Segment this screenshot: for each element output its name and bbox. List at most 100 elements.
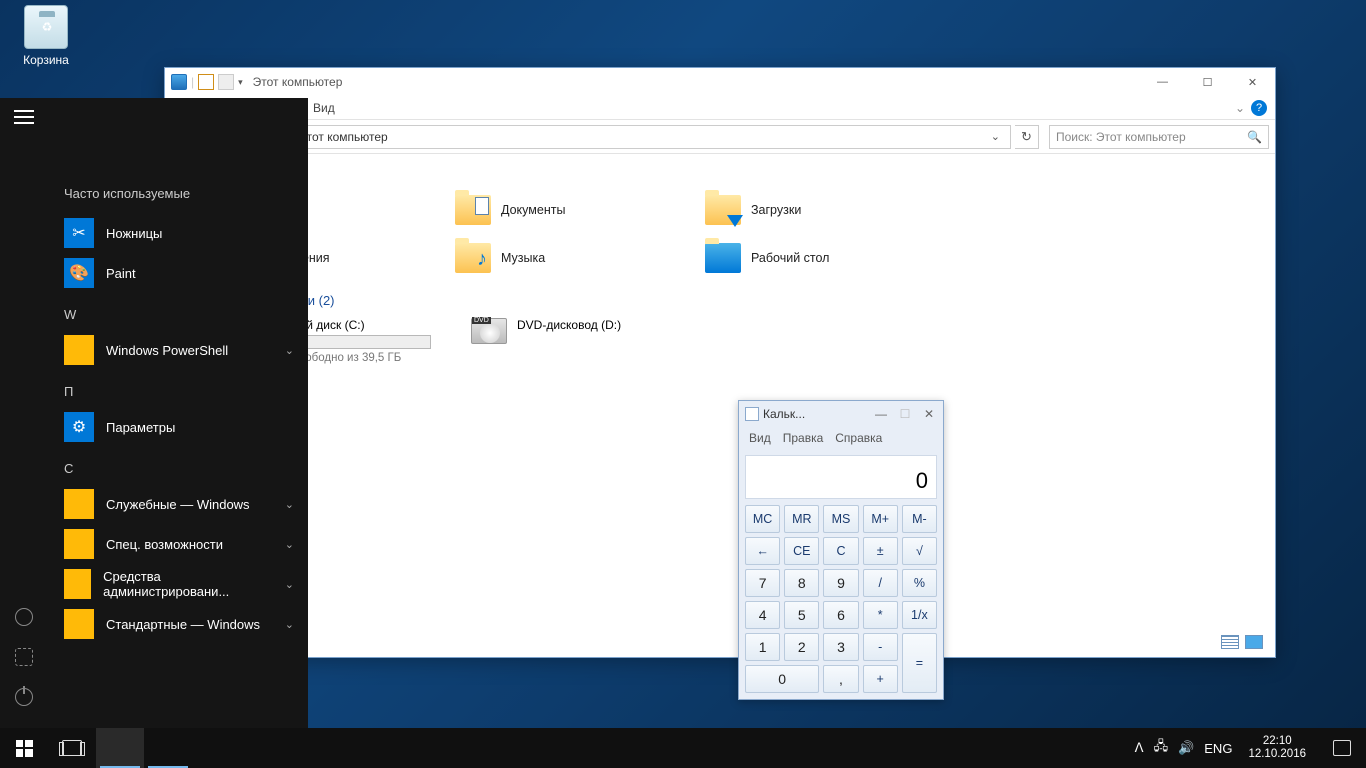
close-button[interactable]: ✕ [1230,68,1275,96]
explorer-titlebar[interactable]: | ▾ Этот компьютер — ☐ ✕ [165,68,1275,96]
calc-key-neg[interactable]: ± [863,537,898,565]
qat-properties-icon[interactable] [198,74,214,90]
search-field[interactable]: Поиск: Этот компьютер 🔍 [1049,125,1269,149]
desktop-recycle-bin[interactable]: ♻ Корзина [10,5,82,67]
start-item-ease-of-access[interactable]: Спец. возможности⌄ [64,524,308,564]
calc-key-7[interactable]: 7 [745,569,780,597]
calc-key-pct[interactable]: % [902,569,937,597]
start-button[interactable] [0,728,48,768]
address-dropdown-icon[interactable]: ⌄ [987,130,1004,143]
settings-icon[interactable] [15,648,33,666]
folder-desktop[interactable]: Рабочий стол [705,243,955,273]
documents-icon [455,195,491,225]
calc-key-ce[interactable]: CE [784,537,819,565]
dvd-icon [471,318,507,344]
calc-key-sub[interactable]: - [863,633,898,661]
tray-overflow-icon[interactable]: ᐱ [1135,740,1144,756]
calc-key-8[interactable]: 8 [784,569,819,597]
start-item-powershell[interactable]: Windows PowerShell⌄ [64,330,308,370]
calc-key-5[interactable]: 5 [784,601,819,629]
calc-key-ms[interactable]: MS [823,505,858,533]
clock[interactable]: 22:10 12.10.2016 [1242,735,1312,761]
start-letter-s[interactable]: С [64,461,308,476]
calc-key-div[interactable]: / [863,569,898,597]
action-center-button[interactable] [1322,728,1362,768]
calc-key-back[interactable]: ← [745,537,780,565]
windows-logo-icon [16,740,33,757]
calc-menu-view[interactable]: Вид [749,431,771,445]
ribbon-tab-view[interactable]: Вид [303,101,345,115]
start-item-system-windows[interactable]: Служебные — Windows⌄ [64,484,308,524]
calc-key-dec[interactable]: , [823,665,858,693]
drive-d[interactable]: DVD-дисковод (D:) [471,318,621,364]
start-item-admin-tools[interactable]: Средства администрировани...⌄ [64,564,308,604]
refresh-button[interactable]: ↻ [1015,125,1039,149]
start-letter-w[interactable]: W [64,307,308,322]
calc-key-c[interactable]: C [823,537,858,565]
taskbar-explorer[interactable] [96,728,144,768]
language-indicator[interactable]: ENG [1204,741,1232,756]
view-details-button[interactable] [1221,635,1239,649]
calc-close-button[interactable]: ✕ [921,407,937,421]
calc-key-sqrt[interactable]: √ [902,537,937,565]
start-item-accessories[interactable]: Стандартные — Windows⌄ [64,604,308,644]
folder-icon [64,609,94,639]
start-app-list[interactable]: Часто используемые ✂Ножницы 🎨 Paint W Win… [48,98,308,728]
start-item-snipping[interactable]: ✂Ножницы [64,213,308,253]
folder-music[interactable]: ♪Музыка [455,243,705,273]
maximize-button[interactable]: ☐ [1185,68,1230,96]
calc-key-mr[interactable]: MR [784,505,819,533]
start-item-settings[interactable]: ⚙Параметры [64,407,308,447]
calc-menu-edit[interactable]: Правка [783,431,824,445]
calc-key-1[interactable]: 1 [745,633,780,661]
calc-key-9[interactable]: 9 [823,569,858,597]
start-item-label: Стандартные — Windows [106,617,260,632]
calc-key-0[interactable]: 0 [745,665,819,693]
calc-key-mc[interactable]: MC [745,505,780,533]
calc-display: 0 [745,455,937,499]
notification-icon [1333,740,1351,756]
power-icon[interactable] [15,688,33,706]
music-icon: ♪ [455,243,491,273]
calc-key-eq[interactable]: = [902,633,937,693]
calc-key-inv[interactable]: 1/x [902,601,937,629]
network-icon[interactable]: 🖧 [1154,737,1169,759]
start-letter-p[interactable]: П [64,384,308,399]
minimize-button[interactable]: — [1140,68,1185,96]
search-icon[interactable]: 🔍 [1247,130,1262,144]
calc-key-2[interactable]: 2 [784,633,819,661]
recycle-icon: ♻ [36,20,58,42]
hamburger-icon[interactable] [14,110,34,124]
address-bar[interactable]: Этот компьютер ⌄ [291,125,1011,149]
volume-icon[interactable]: 🔊 [1178,740,1194,756]
calc-key-6[interactable]: 6 [823,601,858,629]
calc-menu-help[interactable]: Справка [835,431,882,445]
calc-titlebar[interactable]: Кальк... — ☐ ✕ [739,401,943,427]
group-folders-header[interactable]: ⌄ Папки (6) [183,170,1257,185]
calc-key-mplus[interactable]: M+ [863,505,898,533]
calc-key-add[interactable]: + [863,665,898,693]
view-large-button[interactable] [1245,635,1263,649]
this-pc-icon[interactable] [171,74,187,90]
calc-key-4[interactable]: 4 [745,601,780,629]
qat-customize-icon[interactable]: ▾ [238,77,243,88]
taskview-button[interactable] [48,728,96,768]
calc-key-mul[interactable]: * [863,601,898,629]
help-icon[interactable]: ? [1251,100,1267,116]
user-icon[interactable] [15,608,33,626]
start-item-label: Paint [106,266,136,281]
paint-icon: 🎨 [64,258,94,288]
calc-minimize-button[interactable]: — [873,407,889,421]
address-text: Этот компьютер [298,130,388,144]
calc-key-3[interactable]: 3 [823,633,858,661]
qat-new-folder-icon[interactable] [218,74,234,90]
start-item-paint[interactable]: 🎨 Paint [64,253,308,293]
folder-documents[interactable]: Документы [455,195,705,225]
address-bar-row: Этот компьютер ⌄ ↻ Поиск: Этот компьютер… [165,120,1275,154]
taskbar-calculator[interactable] [144,728,192,768]
ribbon-collapse-icon[interactable]: ⌄ [1235,101,1245,115]
group-drives-header[interactable]: ⌄ Устройства и диски (2) [183,293,1257,308]
folder-downloads[interactable]: Загрузки [705,195,955,225]
start-freq-header: Часто используемые [64,186,308,201]
calc-key-mminus[interactable]: M- [902,505,937,533]
